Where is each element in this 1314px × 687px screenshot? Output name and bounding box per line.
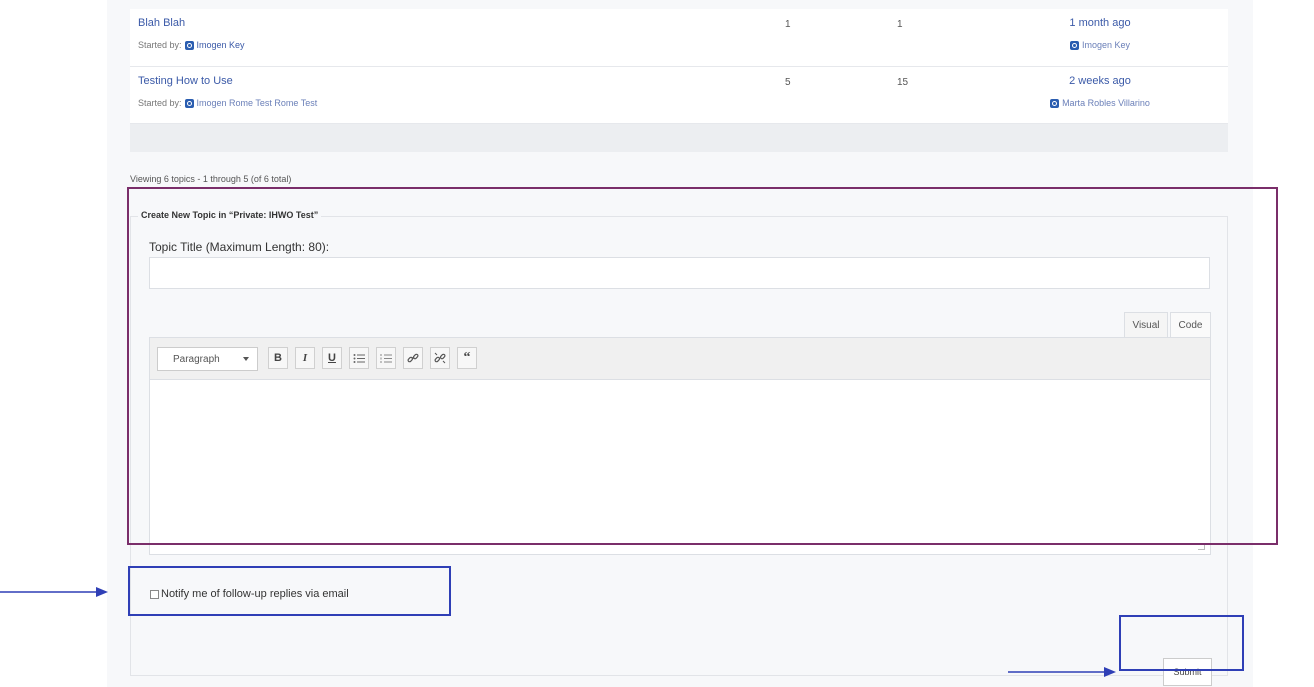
post-count: 15 <box>897 77 909 88</box>
arrow-right-icon <box>1008 667 1116 677</box>
highlight-notify-box <box>128 566 451 616</box>
table-footer <box>130 124 1228 152</box>
freshness-link[interactable]: 2 weeks ago <box>1010 75 1190 87</box>
author-link[interactable]: Imogen Rome Test Rome Test <box>197 98 318 108</box>
post-count: 1 <box>897 19 903 30</box>
started-by: Started by: Imogen Rome Test Rome Test <box>138 98 318 108</box>
pagination-count: Viewing 6 topics - 1 through 5 (of 6 tot… <box>130 174 292 184</box>
last-author-link[interactable]: Imogen Key <box>1082 40 1130 50</box>
arrow-right-icon <box>0 587 108 597</box>
table-row: Testing How to Use Started by: Imogen Ro… <box>130 67 1228 124</box>
highlight-form-box <box>127 187 1278 545</box>
freshness-author: Marta Robles Villarino <box>1010 98 1190 108</box>
topic-title-link[interactable]: Testing How to Use <box>138 75 233 87</box>
last-author-link[interactable]: Marta Robles Villarino <box>1062 98 1150 108</box>
highlight-submit-box <box>1119 615 1244 671</box>
voice-count: 1 <box>785 19 791 30</box>
freshness-author: Imogen Key <box>1010 40 1190 50</box>
started-by: Started by: Imogen Key <box>138 40 245 50</box>
freshness-link[interactable]: 1 month ago <box>1010 17 1190 29</box>
avatar <box>184 98 194 108</box>
voice-count: 5 <box>785 77 791 88</box>
avatar <box>1050 98 1060 108</box>
avatar <box>184 40 194 50</box>
author-link[interactable]: Imogen Key <box>197 40 245 50</box>
topic-title-link[interactable]: Blah Blah <box>138 17 185 29</box>
avatar <box>1069 40 1079 50</box>
table-row: Blah Blah Started by: Imogen Key 1 1 1 m… <box>130 9 1228 67</box>
